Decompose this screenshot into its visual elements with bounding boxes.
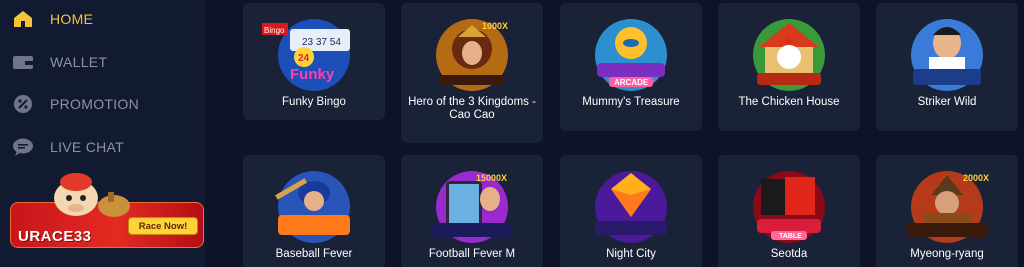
horse-mascot-icon: [36, 172, 136, 223]
game-badge: 1000X: [482, 21, 508, 31]
game-card-the-chicken-house[interactable]: The Chicken House: [718, 3, 860, 131]
sidebar-item-label: WALLET: [50, 54, 108, 70]
game-card-football-fever-m[interactable]: 15000X Football Fever M: [401, 155, 543, 267]
sidebar-item-home[interactable]: HOME: [10, 7, 93, 31]
game-name: Football Fever M: [428, 248, 516, 260]
race-now-button[interactable]: Race Now!: [128, 217, 198, 235]
game-badge: TABLE: [779, 233, 802, 240]
sidebar-item-label: HOME: [50, 11, 94, 27]
game-thumbnail: 2000X: [893, 165, 1001, 245]
game-name: Mummy's Treasure: [582, 96, 680, 108]
game-badge: 15000X: [476, 173, 507, 183]
game-name: Striker Wild: [917, 96, 977, 108]
game-card-seotda[interactable]: TABLE Seotda: [718, 155, 860, 267]
wallet-icon: [10, 51, 36, 73]
game-thumbnail: [260, 165, 368, 245]
game-card-night-city[interactable]: Night City: [560, 155, 702, 267]
game-name: The Chicken House: [738, 96, 840, 108]
sidebar-item-label: LIVE CHAT: [50, 139, 125, 155]
sidebar-item-label: PROMOTION: [50, 96, 140, 112]
svg-text:Funky: Funky: [290, 66, 335, 83]
svg-text:23 37 54: 23 37 54: [302, 37, 341, 48]
game-name: Hero of the 3 Kingdoms - Cao Cao: [408, 96, 536, 121]
home-icon: [10, 8, 36, 30]
game-thumbnail: 1000X: [418, 13, 526, 93]
game-thumbnail: [577, 165, 685, 245]
sidebar: HOME WALLET PROMOTION LIVE CHAT URACE33 …: [0, 0, 205, 267]
game-thumbnail: [893, 13, 1001, 93]
game-thumbnail: 23 37 54 24 Funky Bingo: [260, 13, 368, 93]
game-name: Funky Bingo: [282, 96, 346, 108]
game-badge: ARCADE: [614, 78, 649, 87]
game-thumbnail: [735, 13, 843, 93]
game-card-funky-bingo[interactable]: 23 37 54 24 Funky Bingo Funky Bingo: [243, 3, 385, 120]
game-thumbnail: 15000X: [418, 165, 526, 245]
game-thumbnail: ARCADE: [577, 13, 685, 93]
sidebar-item-wallet[interactable]: WALLET: [10, 50, 107, 74]
svg-text:24: 24: [298, 53, 310, 64]
race-promo-banner[interactable]: URACE33 Race Now!: [8, 172, 204, 250]
game-badge: Bingo: [264, 26, 285, 35]
game-card-hero-of-the-3-kingdoms[interactable]: 1000X Hero of the 3 Kingdoms - Cao Cao: [401, 3, 543, 143]
game-card-myeong-ryang[interactable]: 2000X Myeong-ryang: [876, 155, 1018, 267]
game-thumbnail: TABLE: [735, 165, 843, 245]
game-card-striker-wild[interactable]: Striker Wild: [876, 3, 1018, 131]
sidebar-item-live-chat[interactable]: LIVE CHAT: [10, 135, 124, 159]
promo-logo: URACE33: [18, 228, 92, 245]
game-card-mummys-treasure[interactable]: ARCADE Mummy's Treasure: [560, 3, 702, 131]
game-name: Myeong-ryang: [910, 248, 984, 260]
chat-icon: [10, 136, 36, 158]
sidebar-item-promotion[interactable]: PROMOTION: [10, 92, 139, 116]
promotion-icon: [10, 93, 36, 115]
game-name: Night City: [606, 248, 656, 260]
game-card-baseball-fever[interactable]: Baseball Fever: [243, 155, 385, 267]
game-name: Baseball Fever: [275, 248, 353, 260]
game-name: Seotda: [770, 248, 808, 260]
game-badge: 2000X: [963, 173, 989, 183]
